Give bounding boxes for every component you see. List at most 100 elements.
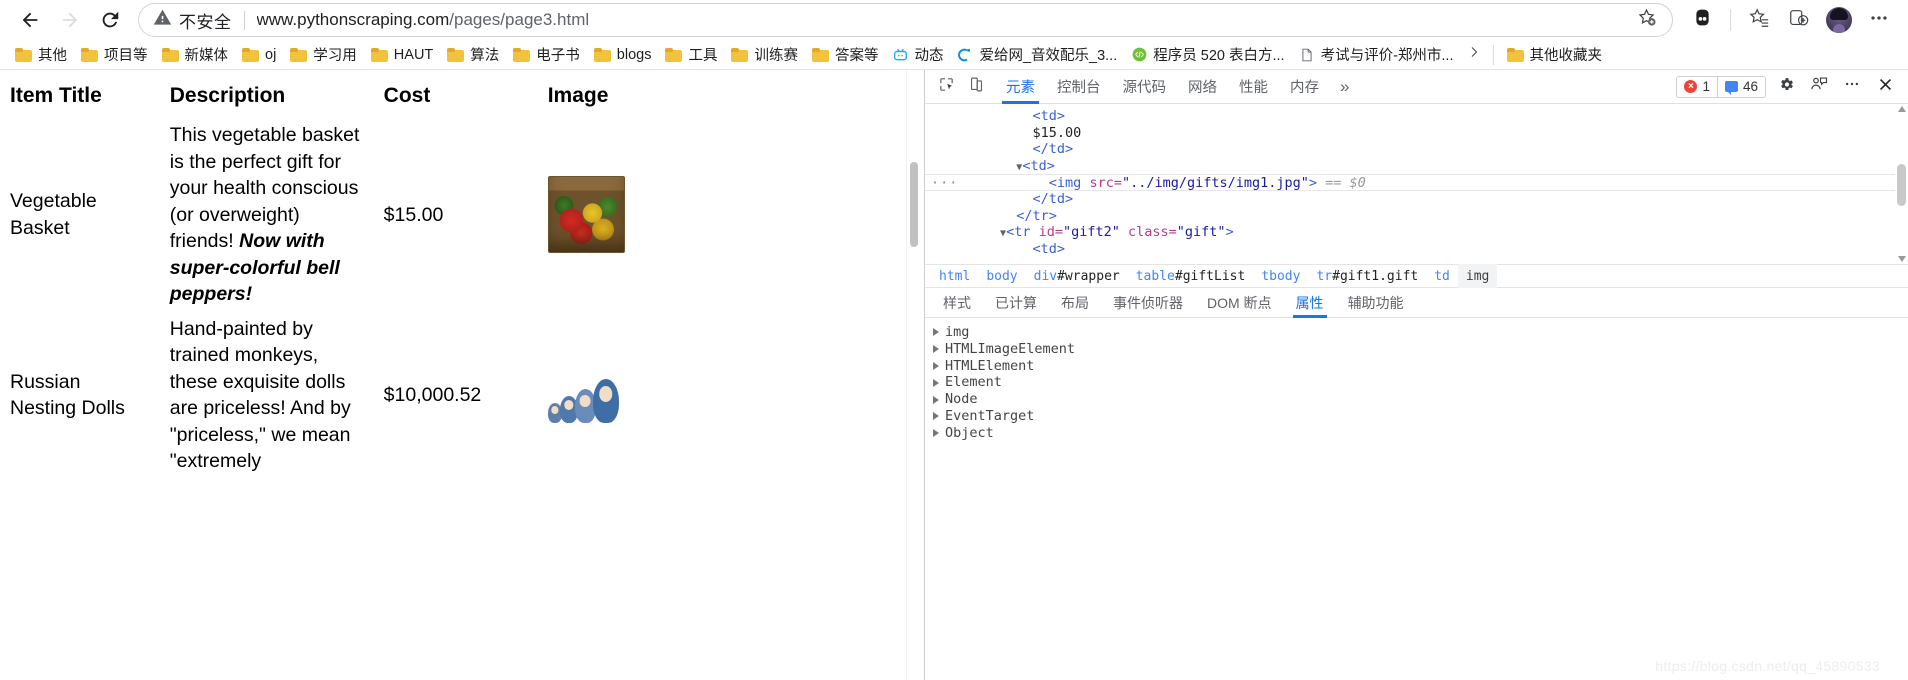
devtools-subtab-6[interactable]: 辅助功能 — [1336, 288, 1416, 318]
dom-tree-line[interactable]: </td> — [925, 141, 1908, 158]
dom-tree-panel[interactable]: <td> $15.00 </td> ▼<td> ··· <img src="../… — [925, 104, 1908, 264]
property-row[interactable]: HTMLImageElement — [925, 341, 1908, 358]
bookmark-item-4[interactable]: 学习用 — [283, 41, 364, 68]
page-scrollbar-thumb[interactable] — [910, 162, 918, 247]
scroll-down-icon[interactable] — [1898, 256, 1906, 262]
properties-panel[interactable]: img HTMLImageElement HTMLElement Element Nod… — [925, 318, 1908, 680]
devtools-subtab-3[interactable]: 事件侦听器 — [1101, 288, 1195, 318]
dom-tree-line[interactable]: ▼<tr id="gift2" class="gift"> — [925, 224, 1908, 241]
dom-tree-line[interactable]: ▼<td> — [925, 158, 1908, 175]
expand-triangle-icon[interactable] — [933, 378, 939, 387]
property-row[interactable]: img — [925, 324, 1908, 341]
property-row[interactable]: Object — [925, 425, 1908, 442]
more-tabs-button[interactable]: » — [1330, 77, 1359, 97]
bookmark-item-12[interactable]: 动态 — [885, 41, 950, 68]
expand-triangle-icon[interactable] — [933, 345, 939, 354]
back-button[interactable] — [10, 2, 50, 38]
send-feedback-button[interactable] — [1806, 74, 1832, 100]
bookmark-item-13[interactable]: 爱给网_音效配乐_3... — [950, 41, 1124, 68]
bookmark-item-1[interactable]: 项目等 — [74, 41, 155, 68]
bookmark-item-2[interactable]: 新媒体 — [155, 41, 236, 68]
devtools-tab-4[interactable]: 性能 — [1228, 70, 1279, 104]
security-status[interactable]: 不安全 — [153, 8, 232, 33]
device-toolbar-button[interactable] — [961, 74, 991, 100]
property-label: img — [945, 324, 970, 340]
dom-tree-line[interactable]: ··· <img src="../img/gifts/img1.jpg"> ==… — [925, 174, 1908, 191]
favorites-button[interactable] — [1740, 3, 1778, 37]
dom-tree[interactable]: <td> $15.00 </td> ▼<td> ··· <img src="../… — [925, 104, 1908, 257]
url-text[interactable]: www.pythonscraping.com/pages/page3.html — [257, 10, 590, 30]
devtools-tab-0[interactable]: 元素 — [995, 70, 1046, 104]
dom-tree-line[interactable]: </tr> — [925, 208, 1908, 225]
bookmark-item-14[interactable]: 程序员 520 表白方... — [1124, 41, 1291, 68]
omnibox-actions — [1630, 5, 1666, 35]
bookmark-item-5[interactable]: HAUT — [364, 44, 440, 66]
bookmark-label: oj — [265, 46, 277, 63]
breadcrumb-item-body[interactable]: body — [978, 264, 1025, 288]
devtools-subtab-5[interactable]: 属性 — [1284, 288, 1336, 318]
scroll-up-icon[interactable] — [1898, 106, 1906, 112]
bookmark-item-8[interactable]: blogs — [587, 44, 659, 66]
breadcrumb-item-tbody[interactable]: tbody — [1253, 264, 1308, 288]
property-row[interactable]: EventTarget — [925, 408, 1908, 425]
devtools-settings-button[interactable] — [1773, 74, 1799, 100]
breadcrumb-item-td[interactable]: td — [1426, 264, 1458, 288]
browser-window: 不安全 www.pythonscraping.com/pages/page3.h… — [0, 0, 1908, 680]
expand-triangle-icon[interactable] — [933, 412, 939, 421]
devtools-subtab-0[interactable]: 样式 — [931, 288, 983, 318]
error-badge[interactable]: × 1 — [1676, 75, 1717, 98]
bookmark-item-0[interactable]: 其他 — [8, 41, 74, 68]
bookmark-item-6[interactable]: 算法 — [440, 41, 506, 68]
message-badge[interactable]: 46 — [1716, 75, 1766, 98]
bookmark-item-10[interactable]: 训练赛 — [724, 41, 805, 68]
bookmark-other-folder[interactable]: 其他收藏夹 — [1500, 41, 1610, 68]
bookmarks-overflow-button[interactable] — [1461, 42, 1487, 68]
expand-triangle-icon[interactable] — [933, 328, 939, 337]
bookmark-item-11[interactable]: 答案等 — [805, 41, 886, 68]
message-icon — [1724, 81, 1738, 95]
bookmark-item-7[interactable]: 电子书 — [506, 41, 587, 68]
profile-button[interactable] — [1820, 3, 1858, 37]
devtools-subtab-4[interactable]: DOM 断点 — [1195, 288, 1284, 318]
property-row[interactable]: Node — [925, 391, 1908, 408]
breadcrumb-item-div-wrapper[interactable]: div #wrapper — [1026, 264, 1128, 288]
bookmark-item-9[interactable]: 工具 — [658, 41, 724, 68]
expand-triangle-icon[interactable] — [933, 361, 939, 370]
collections-button[interactable] — [1780, 3, 1818, 37]
bookmark-item-3[interactable]: oj — [235, 44, 283, 66]
expand-triangle-icon[interactable] — [933, 429, 939, 438]
breadcrumb-item-table-giftList[interactable]: table #giftList — [1128, 264, 1254, 288]
devtools-subtab-1[interactable]: 已计算 — [983, 288, 1049, 318]
property-row[interactable]: HTMLElement — [925, 358, 1908, 375]
devtools-tab-1[interactable]: 控制台 — [1046, 70, 1112, 104]
devtools-more-button[interactable] — [1839, 74, 1865, 100]
devtools-tab-5[interactable]: 内存 — [1279, 70, 1330, 104]
breadcrumb-item-html[interactable]: html — [931, 264, 978, 288]
forward-button[interactable] — [50, 2, 90, 38]
inspect-element-button[interactable] — [931, 74, 961, 100]
bilibili-icon — [892, 47, 908, 63]
dom-tree-scrollbar[interactable] — [1895, 104, 1908, 264]
extension-button[interactable] — [1683, 3, 1721, 37]
dom-token-txtv: $15.00 — [1032, 124, 1082, 141]
dom-tree-line[interactable]: <td> — [925, 241, 1908, 258]
breadcrumb-item-img[interactable]: img — [1457, 264, 1498, 288]
devtools-close-button[interactable] — [1872, 74, 1898, 100]
security-label: 不安全 — [179, 12, 232, 32]
devtools-tab-3[interactable]: 网络 — [1177, 70, 1228, 104]
dom-tree-line[interactable]: <td> — [925, 108, 1908, 125]
devtools-tab-2[interactable]: 源代码 — [1112, 70, 1178, 104]
reload-button[interactable] — [90, 2, 130, 38]
bookmark-item-15[interactable]: 考试与评价-郑州市... — [1292, 41, 1461, 68]
devtools-subtab-2[interactable]: 布局 — [1049, 288, 1101, 318]
dom-tree-line[interactable]: </td> — [925, 191, 1908, 208]
add-favorite-button[interactable] — [1630, 5, 1662, 35]
property-row[interactable]: Element — [925, 374, 1908, 391]
dom-tree-scrollbar-thumb[interactable] — [1897, 164, 1906, 206]
expand-triangle-icon[interactable] — [933, 395, 939, 404]
dom-tree-line[interactable]: $15.00 — [925, 125, 1908, 142]
settings-and-more-button[interactable] — [1860, 3, 1898, 37]
page-scrollbar[interactable] — [906, 70, 920, 680]
address-bar[interactable]: 不安全 www.pythonscraping.com/pages/page3.h… — [138, 3, 1673, 37]
breadcrumb-item-tr-gift1-gift[interactable]: tr #gift1.gift — [1308, 264, 1426, 288]
